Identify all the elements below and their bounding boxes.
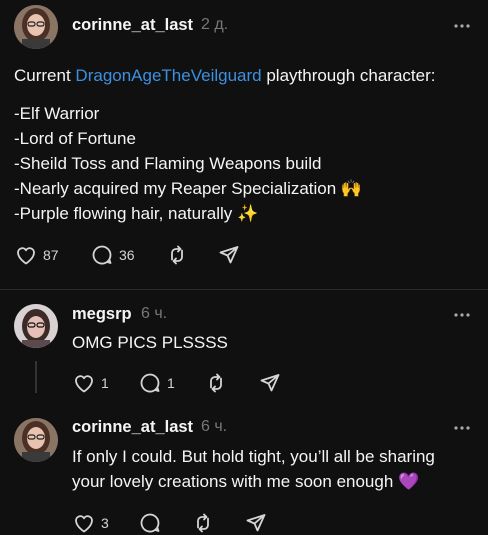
post-line: -Nearly acquired my Reaper Specializatio… [14, 179, 363, 198]
more-dots-icon[interactable] [452, 418, 472, 438]
repost-icon [197, 513, 209, 533]
reply-time: 6 ч. [141, 305, 168, 322]
post-line: -Lord of Fortune [14, 129, 136, 148]
speech-bubble-icon [140, 373, 160, 393]
reply-actions: 3 [72, 511, 332, 535]
heart-icon [75, 375, 93, 393]
reply-text: OMG PICS PLSSSS [72, 333, 228, 352]
more-dots-icon[interactable] [452, 16, 472, 36]
repost-button[interactable] [191, 511, 215, 535]
reply: corinne_at_last 6 ч. If only I could. Bu… [0, 405, 488, 533]
like-count: 1 [101, 375, 109, 391]
speech-bubble-icon [140, 513, 160, 533]
send-icon [246, 514, 266, 532]
heart-icon [75, 515, 93, 533]
post-line: -Purple flowing hair, naturally ✨ [14, 204, 259, 223]
tag-link[interactable]: DragonAgeTheVeilguard [75, 66, 261, 85]
avatar[interactable] [14, 304, 58, 348]
reply-actions: 1 1 [72, 371, 332, 395]
reply-time: 6 ч. [201, 418, 228, 435]
repost-icon [171, 245, 183, 265]
main-post: corinne_at_last 2 д. Current DragonAgeTh… [0, 0, 488, 290]
share-button[interactable] [258, 371, 282, 395]
avatar[interactable] [14, 418, 58, 462]
like-count: 87 [43, 247, 59, 263]
thread-line [35, 361, 37, 393]
reply-button[interactable]: 1 [138, 371, 175, 395]
reply-count: 36 [119, 247, 135, 263]
send-icon [260, 374, 280, 392]
reply-username[interactable]: megsrp [72, 305, 132, 324]
share-button[interactable] [244, 511, 268, 535]
reply-button[interactable]: 36 [90, 243, 135, 267]
like-button[interactable]: 87 [14, 243, 59, 267]
post-line: -Sheild Toss and Flaming Weapons build [14, 154, 322, 173]
reply-button[interactable] [138, 511, 162, 535]
reply-text-line: If only I could. But hold tight, you’ll … [72, 447, 435, 466]
repost-button[interactable] [204, 371, 228, 395]
post-username[interactable]: corinne_at_last [72, 16, 193, 35]
send-icon [219, 246, 239, 264]
share-button[interactable] [217, 243, 241, 267]
post-actions: 87 36 [14, 243, 314, 267]
post-text-after-tag: playthrough character: [261, 66, 436, 85]
post-text-intro: Current [14, 66, 76, 85]
speech-bubble-icon [92, 245, 112, 265]
like-button[interactable]: 1 [72, 371, 109, 395]
reply-username[interactable]: corinne_at_last [72, 418, 193, 437]
reply-text-line: your lovely creations with me soon enoug… [72, 472, 420, 491]
post-body-intro: Current DragonAgeTheVeilguard playthroug… [14, 63, 436, 88]
repost-icon [210, 373, 222, 393]
repost-button[interactable] [165, 243, 189, 267]
reply-count: 1 [167, 375, 175, 391]
more-dots-icon[interactable] [452, 305, 472, 325]
like-count: 3 [101, 515, 109, 531]
avatar[interactable] [14, 5, 58, 49]
heart-icon [17, 247, 35, 265]
post-line: -Elf Warrior [14, 104, 100, 123]
reply: megsrp 6 ч. OMG PICS PLSSSS 1 1 [0, 290, 488, 405]
post-time: 2 д. [201, 16, 229, 33]
like-button[interactable]: 3 [72, 511, 109, 535]
